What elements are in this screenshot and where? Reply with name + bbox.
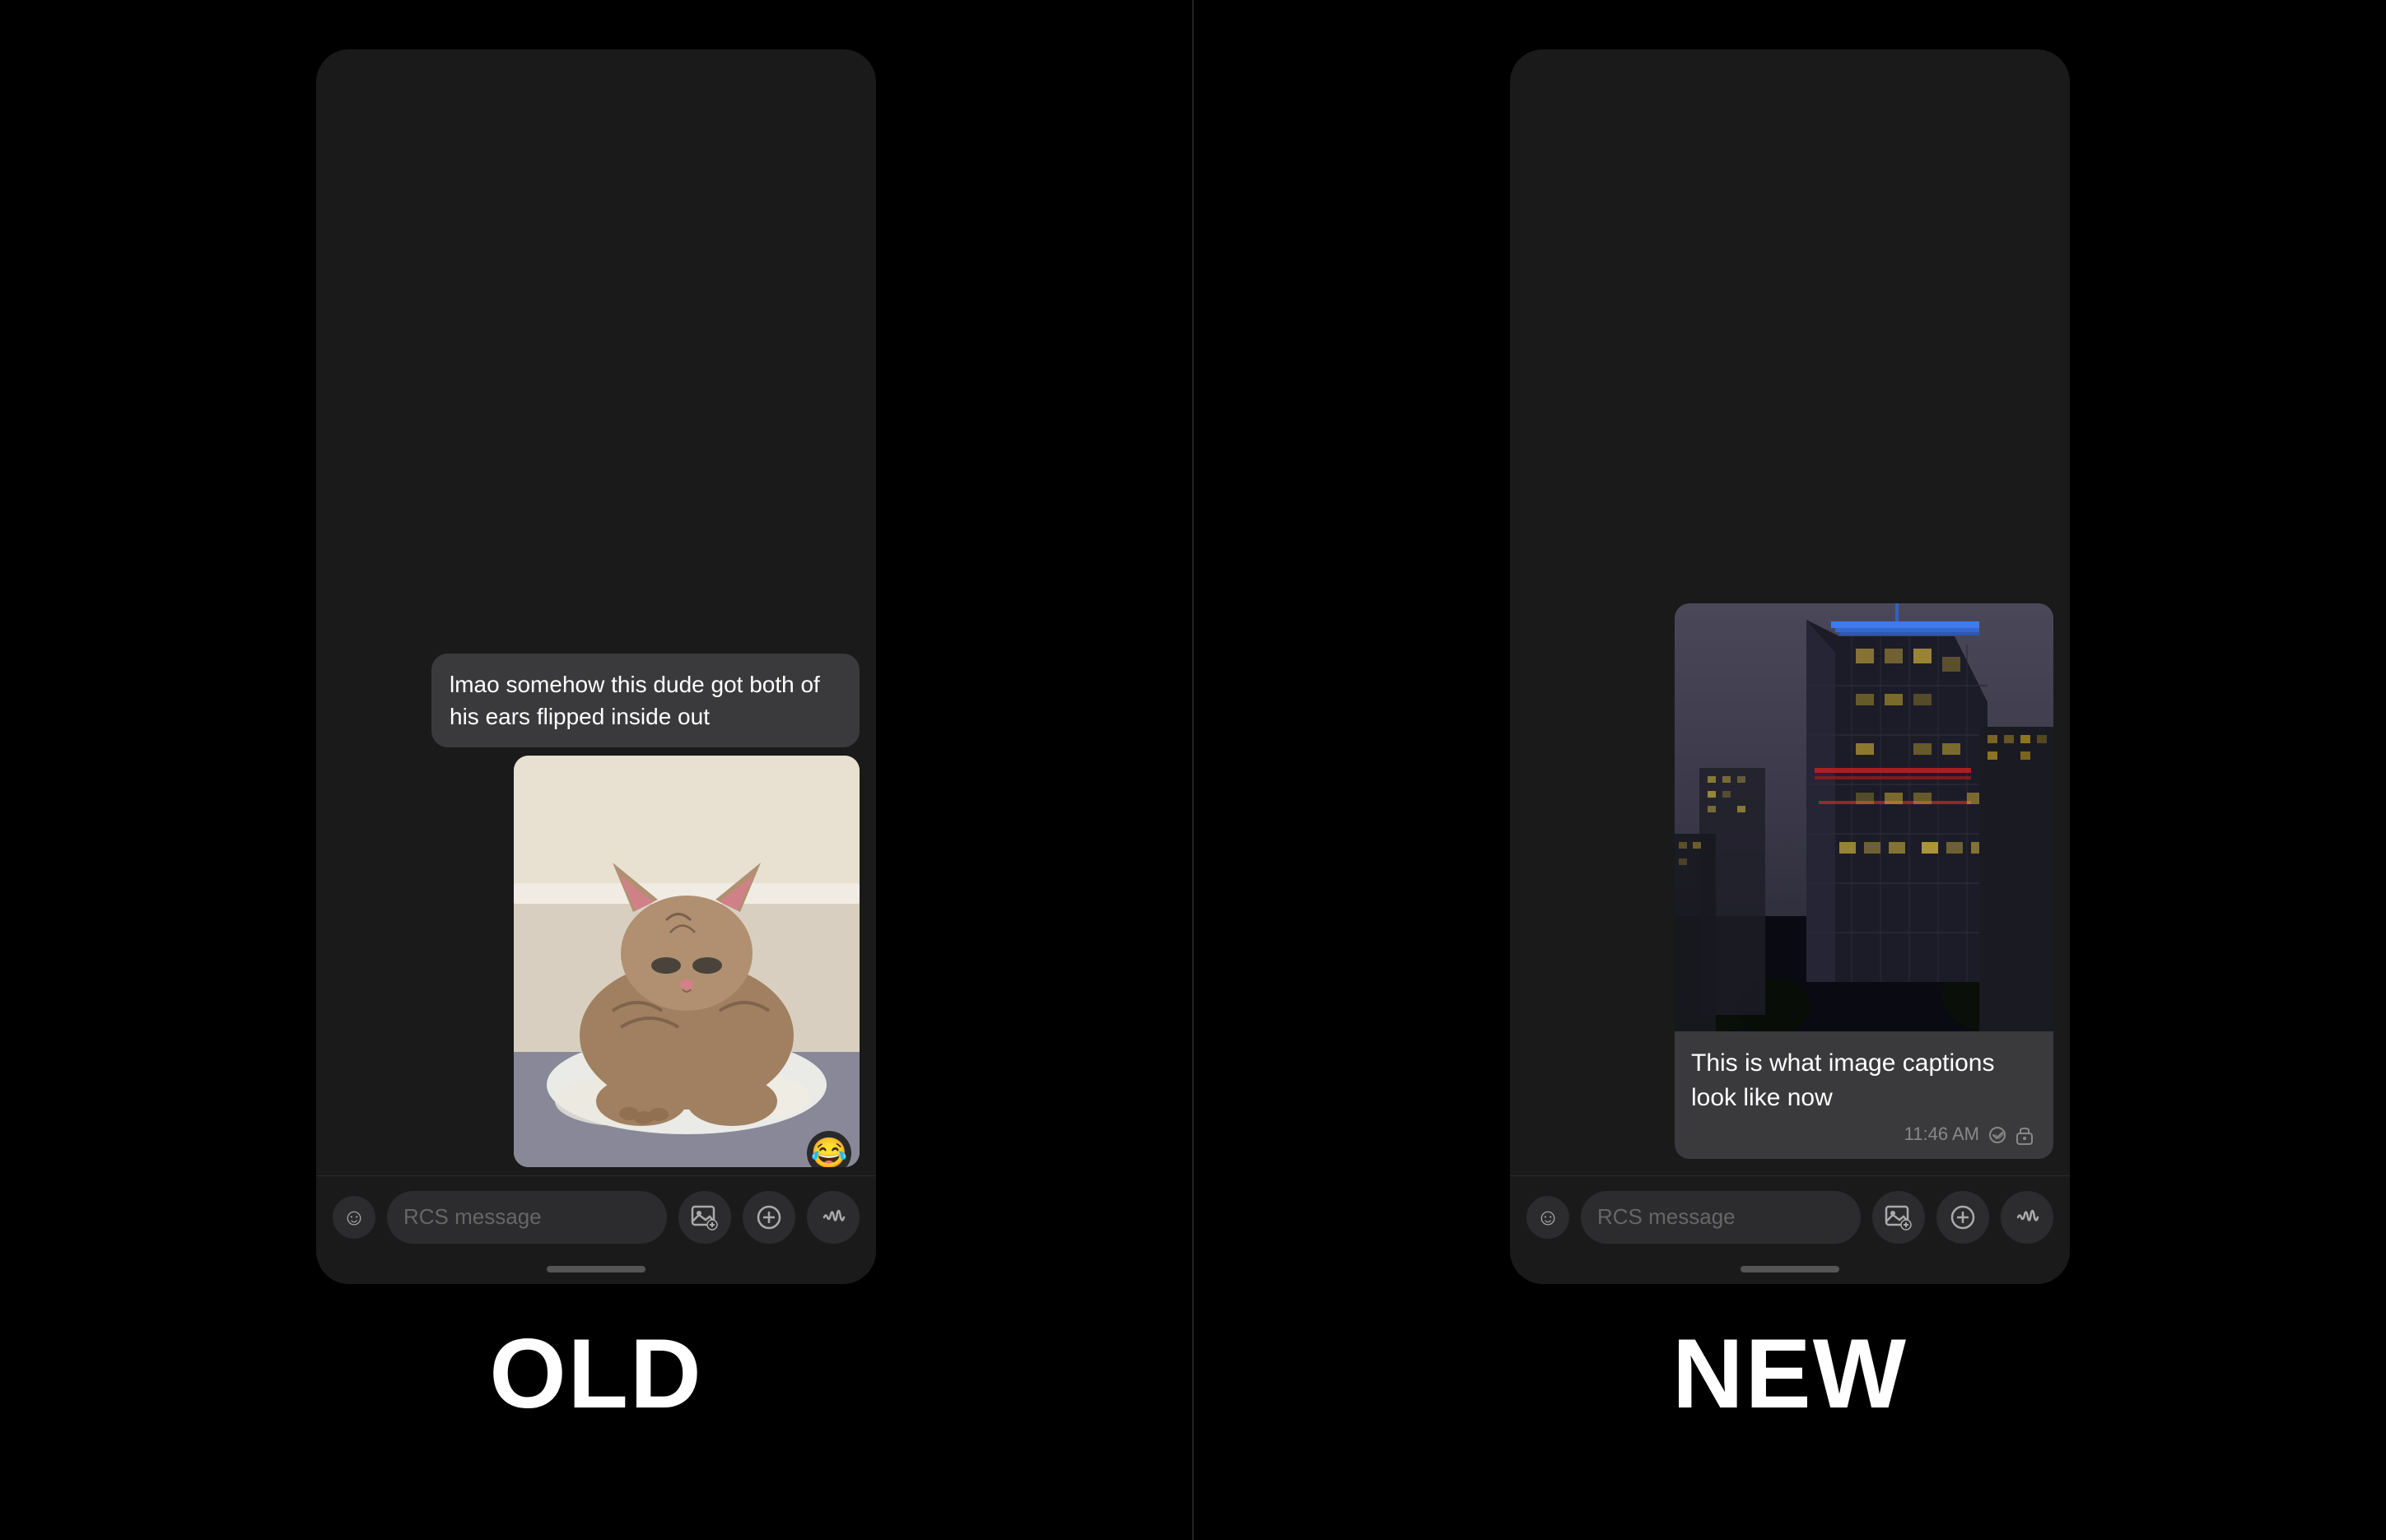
timestamp: 11:46 AM	[1904, 1122, 1979, 1147]
emoji-icon-old: ☺	[343, 1204, 366, 1231]
voice-button-old[interactable]	[807, 1191, 860, 1244]
building-image	[1675, 603, 2053, 1031]
new-label: NEW	[1672, 1284, 1908, 1540]
message-text: lmao somehow this dude got both of his e…	[450, 672, 820, 729]
rcs-input-old[interactable]: RCS message	[387, 1191, 667, 1244]
add-button-new[interactable]	[1936, 1191, 1989, 1244]
comparison-container: lmao somehow this dude got both of his e…	[0, 0, 2386, 1540]
voice-icon-old	[821, 1205, 846, 1230]
emoji-icon-new: ☺	[1536, 1204, 1560, 1231]
right-panel: This is what image captions look like no…	[1194, 0, 2386, 1540]
image-attach-button-old[interactable]	[678, 1191, 731, 1244]
image-attach-icon-new	[1885, 1203, 1913, 1231]
cat-image	[514, 756, 860, 1167]
old-image-message[interactable]: 😂	[514, 756, 860, 1167]
emoji-reaction: 😂	[807, 1131, 851, 1167]
image-attach-button-new[interactable]	[1872, 1191, 1925, 1244]
timestamp-row: 11:46 AM	[1691, 1122, 2037, 1147]
new-phone-screen: This is what image captions look like no…	[1510, 49, 2070, 1284]
image-attach-icon-old	[691, 1203, 719, 1231]
caption-text: This is what image captions look like no…	[1691, 1049, 1995, 1111]
old-phone-screen: lmao somehow this dude got both of his e…	[316, 49, 876, 1284]
image-caption-bubble: This is what image captions look like no…	[1675, 1031, 2053, 1159]
new-chat-area: This is what image captions look like no…	[1510, 49, 2070, 1175]
lock-icon	[2016, 1124, 2034, 1146]
input-placeholder-new: RCS message	[1597, 1204, 1736, 1230]
add-icon-old	[757, 1205, 781, 1230]
home-indicator-old	[547, 1266, 645, 1272]
delivered-check-icon	[1986, 1127, 2009, 1143]
text-message-bubble: lmao somehow this dude got both of his e…	[431, 654, 860, 747]
rcs-input-new[interactable]: RCS message	[1581, 1191, 1861, 1244]
old-chat-area: lmao somehow this dude got both of his e…	[316, 49, 876, 1175]
emoji-button-new[interactable]: ☺	[1526, 1196, 1569, 1239]
add-button-old[interactable]	[743, 1191, 795, 1244]
old-input-bar: ☺ RCS message	[316, 1175, 876, 1258]
home-indicator-new	[1741, 1266, 1839, 1272]
emoji-button-old[interactable]: ☺	[333, 1196, 375, 1239]
left-panel: lmao somehow this dude got both of his e…	[0, 0, 1194, 1540]
new-input-bar: ☺ RCS message	[1510, 1175, 2070, 1258]
building-image-container	[1675, 603, 2053, 1031]
voice-icon-new	[2015, 1205, 2039, 1230]
old-label: OLD	[489, 1284, 702, 1540]
add-icon-new	[1950, 1205, 1975, 1230]
voice-button-new[interactable]	[2001, 1191, 2053, 1244]
input-placeholder-old: RCS message	[403, 1204, 542, 1230]
new-image-message[interactable]: This is what image captions look like no…	[1675, 603, 2053, 1159]
